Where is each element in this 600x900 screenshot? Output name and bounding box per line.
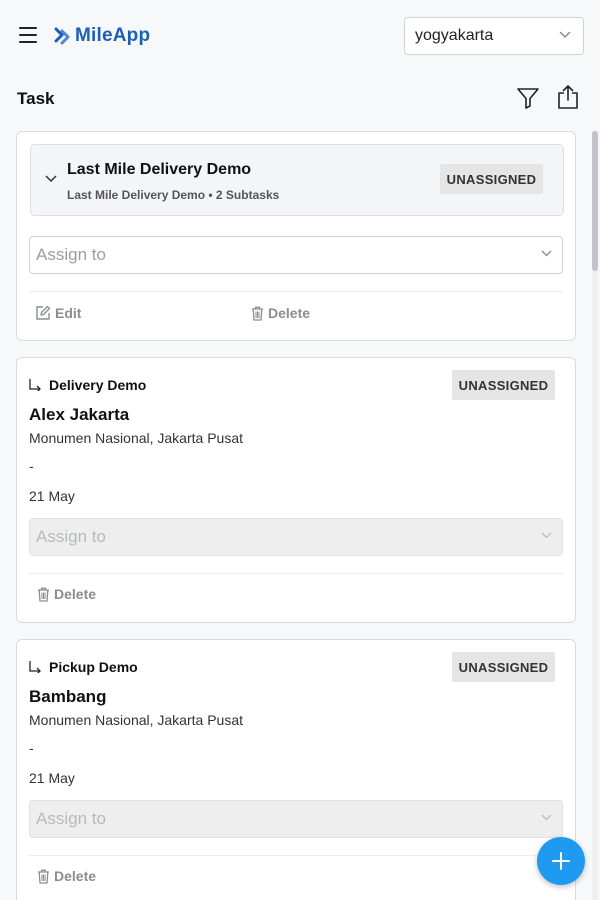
status-badge: UNASSIGNED [452, 652, 555, 682]
assign-select: Assign to [29, 800, 563, 838]
mileapp-logo-icon [54, 27, 70, 45]
chevron-down-icon[interactable] [45, 175, 57, 183]
task-note: - [29, 458, 34, 474]
divider [29, 573, 563, 574]
edit-icon [36, 305, 51, 320]
task-date: 21 May [29, 770, 75, 786]
plus-icon [552, 852, 570, 870]
subtask-type-label: Pickup Demo [49, 659, 138, 675]
logo-text: MileApp [75, 25, 151, 46]
task-date: 21 May [29, 488, 75, 504]
top-bar: MileApp yogyakarta [0, 0, 600, 72]
trash-icon [38, 869, 49, 884]
scrollbar-thumb[interactable] [592, 131, 598, 271]
task-group-subtitle: Last Mile Delivery Demo • 2 Subtasks [67, 188, 280, 202]
delete-button[interactable]: Delete [251, 305, 310, 321]
subtask-card[interactable]: Pickup Demo UNASSIGNED Bambang Monumen N… [16, 639, 576, 900]
task-group-card: Last Mile Delivery Demo Last Mile Delive… [16, 131, 576, 341]
chevron-down-icon [541, 250, 552, 257]
add-task-button[interactable] [537, 837, 585, 885]
subtask-card[interactable]: Delivery Demo UNASSIGNED Alex Jakarta Mo… [16, 357, 576, 623]
divider [29, 291, 563, 292]
assign-select[interactable]: Assign to [29, 236, 563, 274]
task-address: Monumen Nasional, Jakarta Pusat [29, 712, 243, 728]
chevron-down-icon [559, 31, 571, 38]
edit-button[interactable]: Edit [35, 305, 81, 321]
share-icon[interactable] [557, 84, 579, 110]
task-note: - [29, 740, 34, 756]
edit-label: Edit [55, 305, 82, 321]
task-name: Bambang [29, 687, 107, 706]
delete-label: Delete [268, 305, 311, 321]
delete-button[interactable]: Delete [37, 586, 96, 602]
logo[interactable]: MileApp [54, 23, 150, 49]
subtask-type: Delivery Demo [29, 377, 146, 393]
delete-label: Delete [54, 586, 97, 602]
task-group-header[interactable]: Last Mile Delivery Demo Last Mile Delive… [30, 144, 564, 216]
subtask-type: Pickup Demo [29, 659, 138, 675]
task-name: Alex Jakarta [29, 405, 130, 424]
delete-button[interactable]: Delete [37, 868, 96, 884]
subtask-arrow-icon [29, 379, 41, 391]
subtask-arrow-icon [29, 661, 41, 673]
status-badge: UNASSIGNED [452, 370, 555, 400]
trash-icon [252, 306, 263, 321]
task-group-title: Last Mile Delivery Demo [67, 161, 252, 178]
divider [29, 855, 563, 856]
assign-placeholder: Assign to [36, 527, 106, 546]
scrollbar[interactable] [592, 131, 598, 900]
delete-label: Delete [54, 868, 97, 884]
task-list: Last Mile Delivery Demo Last Mile Delive… [0, 131, 600, 900]
chevron-down-icon [541, 814, 552, 821]
city-select[interactable]: yogyakarta [404, 17, 584, 55]
hamburger-icon[interactable] [19, 27, 37, 43]
assign-select: Assign to [29, 518, 563, 556]
assign-placeholder: Assign to [36, 245, 106, 264]
city-select-value: yogyakarta [415, 27, 494, 44]
task-address: Monumen Nasional, Jakarta Pusat [29, 430, 243, 446]
chevron-down-icon [541, 532, 552, 539]
page-title: Task [17, 89, 55, 108]
subtask-type-label: Delivery Demo [49, 377, 147, 393]
status-badge: UNASSIGNED [440, 164, 543, 194]
trash-icon [38, 587, 49, 602]
filter-icon[interactable] [516, 86, 540, 110]
assign-placeholder: Assign to [36, 809, 106, 828]
